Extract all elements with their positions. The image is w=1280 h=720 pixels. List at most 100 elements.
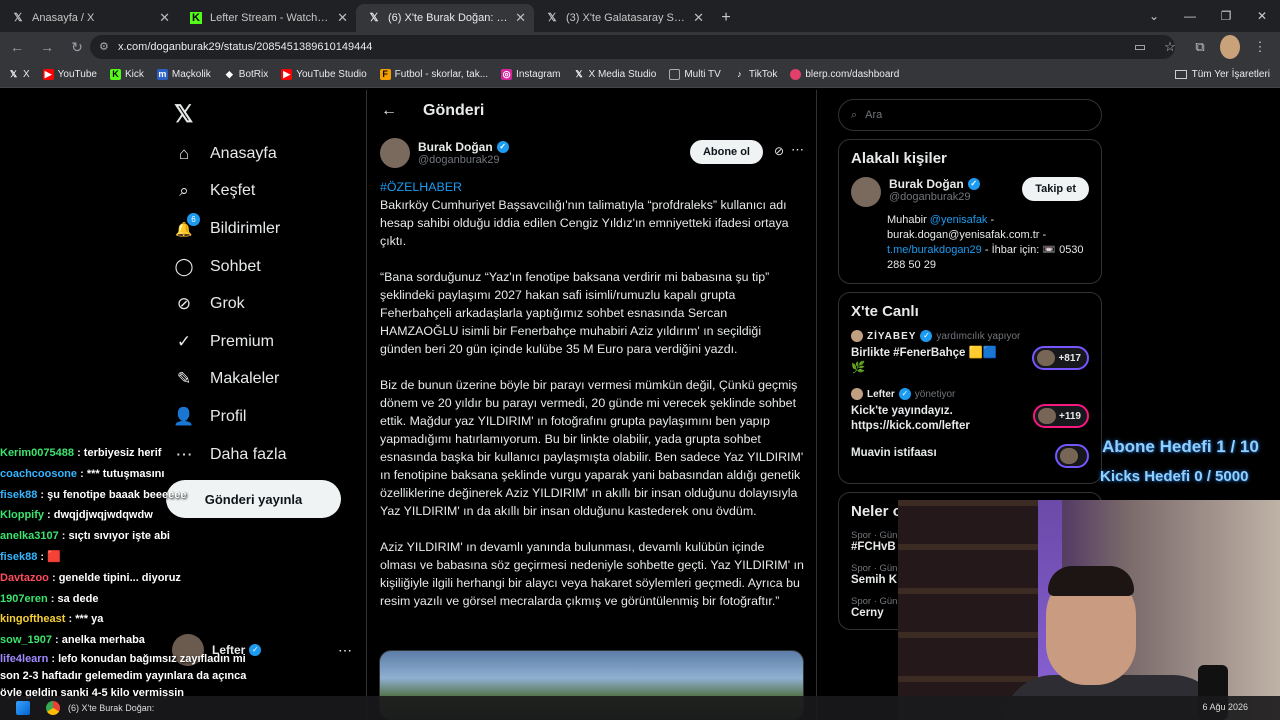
taskbar-window[interactable]: (6) X'te Burak Doğan: <box>68 703 154 713</box>
listeners-pill[interactable] <box>1055 444 1089 468</box>
verified-icon: ✓ <box>920 330 933 342</box>
author-handle[interactable]: @doganburak29 <box>418 154 509 166</box>
listeners-pill[interactable]: +119 <box>1033 404 1089 428</box>
minimize-icon[interactable]: — <box>1172 0 1208 32</box>
chat-message: 1907eren : sa dede <box>0 592 99 605</box>
url-field[interactable]: ⚙ x.com/doganburak29/status/2085451389610… <box>90 35 1175 59</box>
nav-item-profile[interactable]: 👤 Profil <box>172 398 287 436</box>
x-logo-icon[interactable]: 𝕏 <box>174 100 193 129</box>
avatar[interactable] <box>380 138 410 168</box>
chat-message: coachcoosone : *** tutuşmasını <box>0 467 165 480</box>
windows-start-icon[interactable] <box>16 701 30 715</box>
clock-date: 6 Ağu 2026 <box>1202 702 1248 712</box>
tab-strip: 𝕏 Anasayfa / X ✕ K Lefter Stream - Watch Li… <box>0 0 1280 32</box>
browser-tab[interactable]: 𝕏(3) X'te Galatasaray SK: "Kamuoyu✕ <box>534 4 712 32</box>
bookmark-futbol[interactable]: F Futbol - skorlar, tak... <box>379 69 488 80</box>
back-arrow-icon[interactable]: ← <box>381 102 397 120</box>
listeners-pill[interactable]: +817 <box>1032 346 1089 370</box>
bookmark-multi-tv[interactable]: Multi TV <box>669 69 721 80</box>
close-tab-icon[interactable]: ✕ <box>159 10 170 26</box>
avatar[interactable] <box>851 177 881 207</box>
person-bio: Muhabir @yenisafak - burak.dogan@yenisaf… <box>887 214 1084 271</box>
bell-icon: 🔔 6 <box>172 212 200 239</box>
address-bar-row: ← → ↻ ⚙ x.com/doganburak29/status/2085451… <box>0 32 1280 62</box>
browser-tab[interactable]: KLefter Stream - Watch Live on Kick✕ <box>178 4 356 32</box>
live-space[interactable]: ZİYABEY ✓ yardımcılık yapıyor Birlikte #Fe… <box>851 330 1089 376</box>
profile-avatar[interactable] <box>1220 35 1240 59</box>
bookmark-x-media-studio[interactable]: 𝕏X Media Studio <box>574 69 656 80</box>
browser-toolbar: ▭ ☆ ⧉ ⋮ <box>1130 35 1270 59</box>
bookmark-youtube[interactable]: ▶ YouTube <box>42 69 97 80</box>
premium-icon: ✓ <box>176 331 192 351</box>
tab-search-icon[interactable]: ⌄ <box>1136 0 1172 32</box>
bio-link[interactable]: @yenisafak <box>930 214 988 226</box>
close-tab-icon[interactable]: ✕ <box>515 10 526 26</box>
bookmark-youtube-studio[interactable]: ▶ YouTube Studio <box>281 69 367 80</box>
back-icon[interactable]: ← <box>4 34 30 60</box>
more-icon: ⋯ <box>338 642 352 658</box>
forward-icon[interactable]: → <box>34 34 60 60</box>
chat-message: Davtazoo : genelde tipini... diyoruz <box>0 571 181 584</box>
bookmark-kick[interactable]: K Kick <box>109 69 144 80</box>
author-name[interactable]: Burak Doğan <box>418 140 493 154</box>
nav-item-grok[interactable]: ⊘ Grok <box>172 285 287 323</box>
close-tab-icon[interactable]: ✕ <box>693 10 704 26</box>
browser-tab-active[interactable]: 𝕏(6) X'te Burak Doğan: "#ÖZELHABER✕ <box>356 4 534 32</box>
chat-message: fisek88 : 🟥 <box>0 550 61 563</box>
webcam-overlay <box>898 500 1280 720</box>
search-icon: ⌕ <box>851 108 858 121</box>
post-paragraph: Aziz YILDIRIM' ın devamlı yanında bulunm… <box>380 540 804 608</box>
nav-item-chat[interactable]: ◯ Sohbet <box>172 248 287 286</box>
nav-item-explore[interactable]: ⌕ Keşfet <box>172 173 287 211</box>
all-bookmarks[interactable]: Tüm Yer İşaretleri <box>1174 69 1270 80</box>
live-space[interactable]: Muavin istifaası <box>851 444 1089 468</box>
chat-message: sow_1907 : anelka merhaba <box>0 634 145 647</box>
more-icon[interactable]: ⋯ <box>791 142 804 158</box>
chrome-icon[interactable] <box>46 701 60 715</box>
bio-link[interactable]: t.me/burakdogan29 <box>887 244 982 256</box>
post-paragraph: Biz de bunun üzerine böyle bir parayı ve… <box>380 378 804 518</box>
primary-nav: ⌂ Anasayfa ⌕ Keşfet 🔔 6 Bildirimler ◯ Sohbet … <box>172 135 287 473</box>
related-person[interactable]: Burak Doğan ✓ @doganburak29 Takip et <box>851 177 1089 207</box>
nav-item-articles[interactable]: ✎ Makaleler <box>172 361 287 399</box>
home-icon: ⌂ <box>178 143 190 163</box>
follow-button[interactable]: Takip et <box>1022 177 1089 201</box>
grok-icon[interactable]: ⊘ <box>774 144 784 158</box>
cast-icon[interactable]: ▭ <box>1130 35 1150 59</box>
reload-icon[interactable]: ↻ <box>64 34 90 60</box>
chat-message: fisek88 : şu fenotipe baaak beeeeee <box>0 488 187 501</box>
maximize-icon[interactable]: ❐ <box>1208 0 1244 32</box>
chat-message: Kerim0075488 : terbiyesiz herif <box>0 447 162 459</box>
extensions-icon[interactable]: ⧉ <box>1190 35 1210 59</box>
nav-item-home[interactable]: ⌂ Anasayfa <box>172 135 287 173</box>
chat-message: Kloppify : dwqjdjwqjwdqwdw <box>0 509 153 522</box>
bookmark-tiktok[interactable]: ♪ TikTok <box>734 69 777 80</box>
bookmark-mackolik[interactable]: m Maçkolik <box>156 69 211 80</box>
live-space[interactable]: Lefter ✓ yönetiyor Kick'te yayındayız. htt… <box>851 388 1089 434</box>
subscribe-button[interactable]: Abone ol <box>689 140 763 164</box>
x-favicon-icon: 𝕏 <box>369 12 379 24</box>
bookmark-botrix[interactable]: ◆ BotRix <box>224 69 268 80</box>
nav-item-notifications[interactable]: 🔔 6 Bildirimler <box>172 210 287 248</box>
close-window-icon[interactable]: ✕ <box>1244 0 1280 32</box>
close-tab-icon[interactable]: ✕ <box>337 10 348 26</box>
nav-item-premium[interactable]: ✓ Premium <box>172 323 287 361</box>
grok-icon: ⊘ <box>176 294 192 314</box>
post-author: Burak Doğan ✓ @doganburak29 Abone ol ⊘ ⋯ <box>380 132 816 174</box>
hashtag-link[interactable]: #ÖZELHABER <box>380 178 804 196</box>
site-info-icon[interactable]: ⚙ <box>99 40 109 53</box>
menu-icon[interactable]: ⋮ <box>1250 35 1270 59</box>
bookmark-instagram[interactable]: ◎ Instagram <box>501 69 561 80</box>
profile-icon: 👤 <box>173 406 195 426</box>
bookmark-star-icon[interactable]: ☆ <box>1160 35 1180 59</box>
chat-message-cont: son 2-3 haftadır gelemedim yayınlara da … <box>0 669 247 682</box>
search-input[interactable]: ⌕ Ara <box>838 99 1102 131</box>
post-paragraph: “Bana sorduğunuz “Yaz'ın fenotipe baksan… <box>380 270 770 356</box>
browser-tab[interactable]: 𝕏 Anasayfa / X ✕ <box>0 4 178 32</box>
post-paragraph: Bakırköy Cumhuriyet Başsavcılığı'nın tal… <box>380 198 789 248</box>
sub-goal-overlay: Abone Hedefi 1 / 10 <box>1102 437 1259 456</box>
bookmark-blerp[interactable]: blerp.com/dashboard <box>790 69 899 80</box>
bookmark-x[interactable]: 𝕏X <box>8 69 30 80</box>
post-header: ← Gönderi <box>367 90 816 132</box>
new-tab-icon[interactable]: + <box>712 4 740 32</box>
